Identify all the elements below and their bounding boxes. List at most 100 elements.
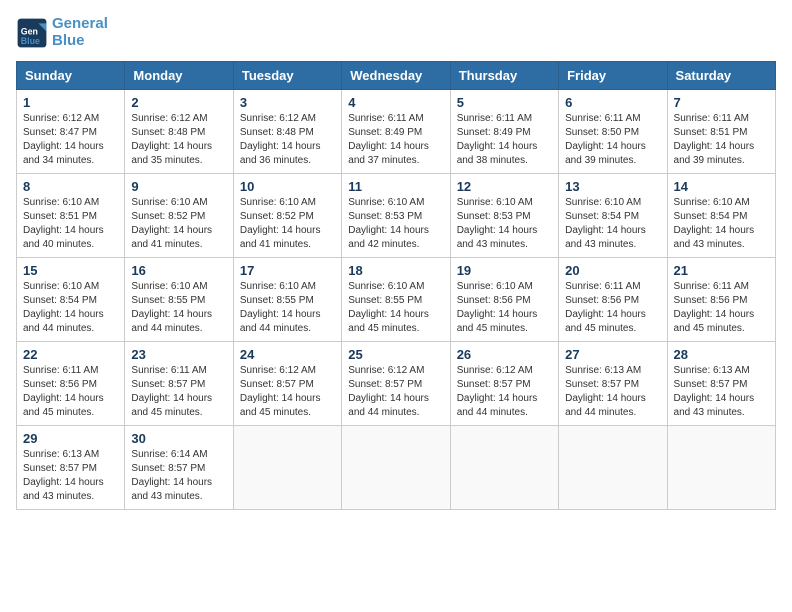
week-row-3: 15 Sunrise: 6:10 AM Sunset: 8:54 PM Dayl…: [17, 258, 776, 342]
day-number: 14: [674, 179, 769, 194]
logo-text-line1: General: [52, 16, 108, 33]
day-info: Sunrise: 6:12 AM Sunset: 8:48 PM Dayligh…: [131, 112, 226, 168]
day-number: 30: [131, 431, 226, 446]
day-number: 13: [565, 179, 660, 194]
week-row-2: 8 Sunrise: 6:10 AM Sunset: 8:51 PM Dayli…: [17, 174, 776, 258]
calendar-header-thursday: Thursday: [450, 62, 558, 90]
calendar-header-friday: Friday: [559, 62, 667, 90]
day-cell-29: 29 Sunrise: 6:13 AM Sunset: 8:57 PM Dayl…: [17, 426, 125, 510]
day-cell-21: 21 Sunrise: 6:11 AM Sunset: 8:56 PM Dayl…: [667, 258, 775, 342]
day-cell-28: 28 Sunrise: 6:13 AM Sunset: 8:57 PM Dayl…: [667, 342, 775, 426]
day-cell-7: 7 Sunrise: 6:11 AM Sunset: 8:51 PM Dayli…: [667, 90, 775, 174]
day-number: 22: [23, 347, 118, 362]
day-number: 27: [565, 347, 660, 362]
day-info: Sunrise: 6:11 AM Sunset: 8:57 PM Dayligh…: [131, 364, 226, 420]
day-cell-22: 22 Sunrise: 6:11 AM Sunset: 8:56 PM Dayl…: [17, 342, 125, 426]
day-info: Sunrise: 6:12 AM Sunset: 8:48 PM Dayligh…: [240, 112, 335, 168]
logo: Gen Blue General Blue: [16, 16, 108, 49]
logo-icon: Gen Blue: [16, 17, 48, 49]
day-cell-6: 6 Sunrise: 6:11 AM Sunset: 8:50 PM Dayli…: [559, 90, 667, 174]
day-info: Sunrise: 6:10 AM Sunset: 8:54 PM Dayligh…: [23, 280, 118, 336]
day-cell-24: 24 Sunrise: 6:12 AM Sunset: 8:57 PM Dayl…: [233, 342, 341, 426]
day-cell-4: 4 Sunrise: 6:11 AM Sunset: 8:49 PM Dayli…: [342, 90, 450, 174]
day-cell-2: 2 Sunrise: 6:12 AM Sunset: 8:48 PM Dayli…: [125, 90, 233, 174]
day-cell-3: 3 Sunrise: 6:12 AM Sunset: 8:48 PM Dayli…: [233, 90, 341, 174]
day-info: Sunrise: 6:12 AM Sunset: 8:57 PM Dayligh…: [457, 364, 552, 420]
day-number: 12: [457, 179, 552, 194]
day-cell-9: 9 Sunrise: 6:10 AM Sunset: 8:52 PM Dayli…: [125, 174, 233, 258]
day-info: Sunrise: 6:10 AM Sunset: 8:53 PM Dayligh…: [348, 196, 443, 252]
day-info: Sunrise: 6:11 AM Sunset: 8:51 PM Dayligh…: [674, 112, 769, 168]
day-number: 26: [457, 347, 552, 362]
day-number: 16: [131, 263, 226, 278]
day-number: 29: [23, 431, 118, 446]
day-info: Sunrise: 6:12 AM Sunset: 8:47 PM Dayligh…: [23, 112, 118, 168]
calendar-header-tuesday: Tuesday: [233, 62, 341, 90]
calendar-header-row: SundayMondayTuesdayWednesdayThursdayFrid…: [17, 62, 776, 90]
day-number: 28: [674, 347, 769, 362]
day-cell-30: 30 Sunrise: 6:14 AM Sunset: 8:57 PM Dayl…: [125, 426, 233, 510]
day-number: 7: [674, 95, 769, 110]
day-cell-14: 14 Sunrise: 6:10 AM Sunset: 8:54 PM Dayl…: [667, 174, 775, 258]
day-info: Sunrise: 6:10 AM Sunset: 8:52 PM Dayligh…: [131, 196, 226, 252]
calendar-header-sunday: Sunday: [17, 62, 125, 90]
day-number: 20: [565, 263, 660, 278]
day-cell-23: 23 Sunrise: 6:11 AM Sunset: 8:57 PM Dayl…: [125, 342, 233, 426]
day-info: Sunrise: 6:10 AM Sunset: 8:54 PM Dayligh…: [674, 196, 769, 252]
day-info: Sunrise: 6:12 AM Sunset: 8:57 PM Dayligh…: [240, 364, 335, 420]
day-number: 8: [23, 179, 118, 194]
logo-text-line2: Blue: [52, 33, 108, 50]
day-cell-10: 10 Sunrise: 6:10 AM Sunset: 8:52 PM Dayl…: [233, 174, 341, 258]
day-info: Sunrise: 6:10 AM Sunset: 8:55 PM Dayligh…: [240, 280, 335, 336]
calendar-header-wednesday: Wednesday: [342, 62, 450, 90]
day-cell-20: 20 Sunrise: 6:11 AM Sunset: 8:56 PM Dayl…: [559, 258, 667, 342]
day-info: Sunrise: 6:11 AM Sunset: 8:49 PM Dayligh…: [348, 112, 443, 168]
svg-text:Gen: Gen: [21, 26, 38, 36]
day-cell-8: 8 Sunrise: 6:10 AM Sunset: 8:51 PM Dayli…: [17, 174, 125, 258]
day-cell-11: 11 Sunrise: 6:10 AM Sunset: 8:53 PM Dayl…: [342, 174, 450, 258]
day-cell-17: 17 Sunrise: 6:10 AM Sunset: 8:55 PM Dayl…: [233, 258, 341, 342]
empty-cell: [667, 426, 775, 510]
day-cell-18: 18 Sunrise: 6:10 AM Sunset: 8:55 PM Dayl…: [342, 258, 450, 342]
day-info: Sunrise: 6:11 AM Sunset: 8:50 PM Dayligh…: [565, 112, 660, 168]
day-cell-13: 13 Sunrise: 6:10 AM Sunset: 8:54 PM Dayl…: [559, 174, 667, 258]
empty-cell: [233, 426, 341, 510]
week-row-4: 22 Sunrise: 6:11 AM Sunset: 8:56 PM Dayl…: [17, 342, 776, 426]
calendar-table: SundayMondayTuesdayWednesdayThursdayFrid…: [16, 61, 776, 510]
day-info: Sunrise: 6:10 AM Sunset: 8:51 PM Dayligh…: [23, 196, 118, 252]
day-number: 21: [674, 263, 769, 278]
day-number: 2: [131, 95, 226, 110]
day-cell-16: 16 Sunrise: 6:10 AM Sunset: 8:55 PM Dayl…: [125, 258, 233, 342]
day-cell-12: 12 Sunrise: 6:10 AM Sunset: 8:53 PM Dayl…: [450, 174, 558, 258]
day-info: Sunrise: 6:10 AM Sunset: 8:55 PM Dayligh…: [348, 280, 443, 336]
empty-cell: [342, 426, 450, 510]
empty-cell: [450, 426, 558, 510]
week-row-5: 29 Sunrise: 6:13 AM Sunset: 8:57 PM Dayl…: [17, 426, 776, 510]
day-info: Sunrise: 6:13 AM Sunset: 8:57 PM Dayligh…: [674, 364, 769, 420]
svg-text:Blue: Blue: [21, 36, 40, 46]
day-number: 11: [348, 179, 443, 194]
day-number: 3: [240, 95, 335, 110]
calendar-header-saturday: Saturday: [667, 62, 775, 90]
day-cell-5: 5 Sunrise: 6:11 AM Sunset: 8:49 PM Dayli…: [450, 90, 558, 174]
empty-cell: [559, 426, 667, 510]
day-info: Sunrise: 6:11 AM Sunset: 8:49 PM Dayligh…: [457, 112, 552, 168]
day-info: Sunrise: 6:12 AM Sunset: 8:57 PM Dayligh…: [348, 364, 443, 420]
day-number: 23: [131, 347, 226, 362]
day-info: Sunrise: 6:10 AM Sunset: 8:53 PM Dayligh…: [457, 196, 552, 252]
day-info: Sunrise: 6:10 AM Sunset: 8:54 PM Dayligh…: [565, 196, 660, 252]
day-number: 4: [348, 95, 443, 110]
day-number: 25: [348, 347, 443, 362]
day-info: Sunrise: 6:10 AM Sunset: 8:52 PM Dayligh…: [240, 196, 335, 252]
header: Gen Blue General Blue: [16, 16, 776, 49]
day-number: 17: [240, 263, 335, 278]
day-number: 10: [240, 179, 335, 194]
day-cell-1: 1 Sunrise: 6:12 AM Sunset: 8:47 PM Dayli…: [17, 90, 125, 174]
week-row-1: 1 Sunrise: 6:12 AM Sunset: 8:47 PM Dayli…: [17, 90, 776, 174]
day-info: Sunrise: 6:11 AM Sunset: 8:56 PM Dayligh…: [23, 364, 118, 420]
day-info: Sunrise: 6:13 AM Sunset: 8:57 PM Dayligh…: [23, 448, 118, 504]
day-cell-27: 27 Sunrise: 6:13 AM Sunset: 8:57 PM Dayl…: [559, 342, 667, 426]
day-cell-19: 19 Sunrise: 6:10 AM Sunset: 8:56 PM Dayl…: [450, 258, 558, 342]
calendar-body: 1 Sunrise: 6:12 AM Sunset: 8:47 PM Dayli…: [17, 90, 776, 510]
day-number: 19: [457, 263, 552, 278]
